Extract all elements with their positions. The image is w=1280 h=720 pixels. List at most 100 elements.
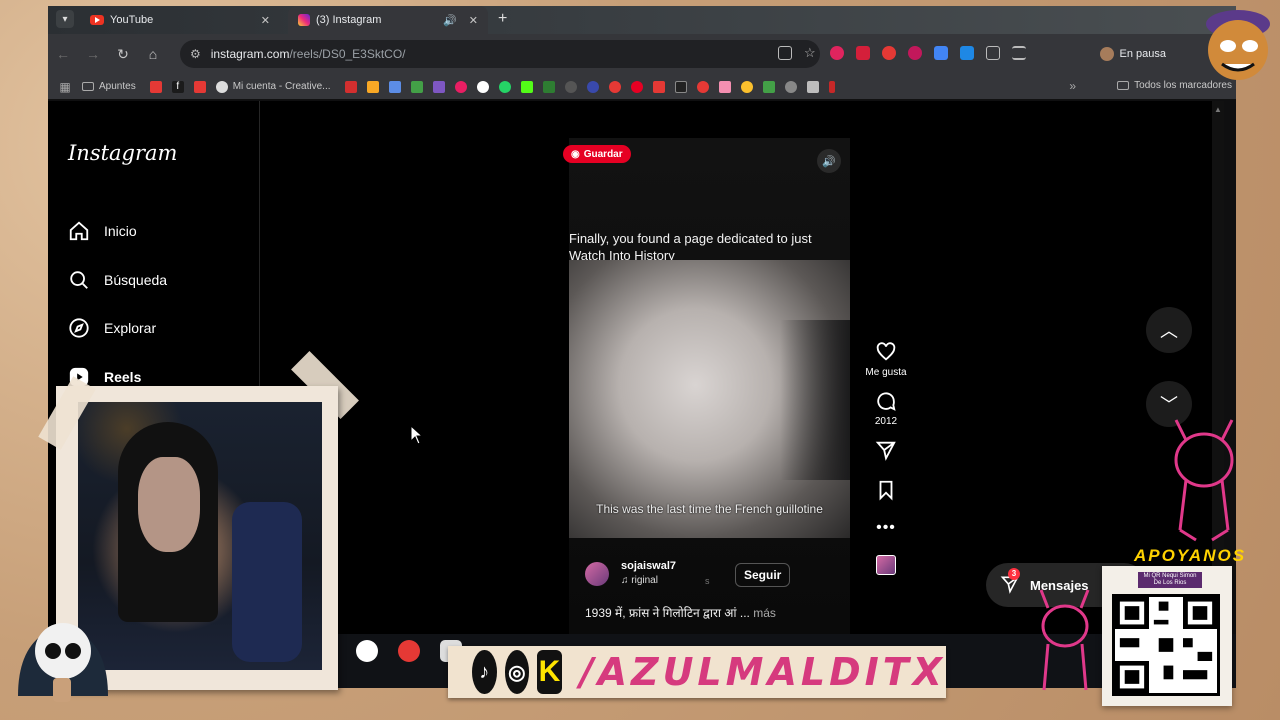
pinterest-save-button[interactable]: ◉ Guardar bbox=[563, 145, 631, 163]
bookmark-docs-icon[interactable] bbox=[388, 80, 401, 93]
bookmark-pink-icon[interactable] bbox=[718, 80, 731, 93]
more-link[interactable]: más bbox=[753, 606, 776, 620]
translate-icon[interactable] bbox=[934, 46, 948, 60]
more-dots-icon: ••• bbox=[876, 519, 896, 536]
extension-blue-icon[interactable] bbox=[960, 46, 974, 60]
adblock-icon[interactable] bbox=[882, 46, 896, 60]
nav-item-inicio[interactable]: Inicio bbox=[68, 207, 167, 256]
taskbar-app-icon[interactable] bbox=[398, 640, 420, 662]
profile-button[interactable]: En pausa bbox=[1094, 42, 1176, 66]
youtube-icon bbox=[90, 15, 104, 25]
nav-label: Explorar bbox=[104, 320, 157, 337]
bookmark-dark-icon[interactable] bbox=[564, 80, 577, 93]
nav-item-busqueda[interactable]: Búsqueda bbox=[68, 256, 167, 305]
youtube-icon[interactable] bbox=[652, 80, 665, 93]
bookmark-circle-icon[interactable] bbox=[454, 80, 467, 93]
home-button[interactable]: ⌂ bbox=[138, 46, 168, 62]
instagram-icon: ◎ bbox=[504, 650, 530, 694]
reading-list-icon[interactable] bbox=[1012, 46, 1026, 60]
bookmark-blue-icon[interactable] bbox=[586, 80, 599, 93]
bookmark-image-icon[interactable] bbox=[366, 80, 379, 93]
facebook-icon[interactable]: f bbox=[171, 80, 184, 93]
compass-icon bbox=[69, 318, 89, 338]
site-info-icon[interactable]: ⚙ bbox=[190, 47, 201, 61]
instagram-nav: Inicio Búsqueda Explorar Reels bbox=[68, 207, 167, 401]
reel-player[interactable]: Finally, you found a page dedicated to j… bbox=[569, 138, 850, 638]
bookmark-h-icon[interactable] bbox=[674, 80, 687, 93]
more-options-button[interactable]: ••• bbox=[860, 519, 912, 537]
bookmark-flash-icon[interactable] bbox=[344, 80, 357, 93]
install-icon[interactable] bbox=[778, 46, 792, 60]
bookmark-red-icon[interactable] bbox=[149, 80, 162, 93]
kick-icon[interactable] bbox=[520, 80, 533, 93]
bookmark-green-icon[interactable] bbox=[542, 80, 555, 93]
share-button[interactable] bbox=[860, 439, 912, 461]
avatar bbox=[1099, 47, 1114, 61]
nav-item-explorar[interactable]: Explorar bbox=[68, 304, 167, 353]
qr-caption: Mi QR Nequi Simon De Los Rios bbox=[1138, 572, 1202, 588]
qr-code-icon bbox=[1112, 594, 1220, 696]
bookmark-dots-icon[interactable] bbox=[740, 80, 753, 93]
more-bookmarks-icon[interactable]: » bbox=[1069, 79, 1076, 93]
messages-badge: 3 bbox=[1008, 567, 1020, 580]
tab-youtube[interactable]: YouTube ✕ bbox=[80, 6, 280, 34]
extension-red-icon[interactable] bbox=[830, 46, 844, 60]
chevron-up-icon: ︿ bbox=[1160, 321, 1178, 341]
tiktok-icon: ♪ bbox=[472, 650, 497, 694]
bookmark-plus-icon[interactable] bbox=[762, 80, 775, 93]
tab-instagram[interactable]: (3) Instagram 🔊 ✕ bbox=[288, 6, 488, 34]
previous-reel-button[interactable]: ︿ bbox=[1146, 307, 1192, 353]
forward-button[interactable]: → bbox=[78, 46, 108, 62]
instagram-icon bbox=[298, 14, 310, 26]
bookmark-f-icon[interactable] bbox=[193, 80, 206, 93]
bookmark-apuntes[interactable]: Apuntes bbox=[82, 81, 136, 92]
bookmark-heart-icon[interactable] bbox=[608, 80, 621, 93]
reload-button[interactable]: ↻ bbox=[108, 46, 138, 63]
author-name[interactable]: sojaiswal7 bbox=[621, 560, 676, 572]
bookmark-cd-icon[interactable] bbox=[476, 80, 489, 93]
bookmark-red3-icon[interactable] bbox=[828, 80, 835, 93]
mouse-cursor-icon bbox=[410, 425, 424, 445]
back-button[interactable]: ← bbox=[48, 46, 78, 62]
mute-button[interactable]: 🔊 bbox=[817, 149, 841, 173]
speaker-icon[interactable]: 🔊 bbox=[443, 14, 457, 27]
audio-link[interactable]: ♫ riginal bbox=[621, 575, 658, 586]
address-bar[interactable]: ⚙ instagram.com/reels/DS0_E3SktCO/ bbox=[180, 40, 820, 68]
pinterest-icon[interactable] bbox=[630, 80, 643, 93]
apps-icon[interactable]: ▦ bbox=[48, 80, 82, 94]
audio-thumbnail[interactable] bbox=[876, 555, 896, 575]
whatsapp-icon[interactable] bbox=[498, 80, 511, 93]
bookmark-swirl-icon[interactable] bbox=[432, 80, 445, 93]
bookmark-button[interactable] bbox=[860, 479, 912, 501]
bookmark-d-icon[interactable] bbox=[410, 80, 423, 93]
qr-donation-card: Mi QR Nequi Simon De Los Rios bbox=[1102, 566, 1232, 706]
taskbar-app-icon[interactable] bbox=[356, 640, 378, 662]
close-icon[interactable]: ✕ bbox=[469, 14, 478, 27]
browser-toolbar: ← → ↻ ⌂ ⚙ instagram.com/reels/DS0_E3SktC… bbox=[48, 34, 1236, 74]
star-icon[interactable]: ☆ bbox=[804, 46, 818, 60]
extensions-row: ☆ bbox=[778, 46, 1026, 60]
globe-icon bbox=[215, 80, 228, 93]
new-tab-button[interactable]: + bbox=[498, 10, 507, 28]
instagram-logo[interactable]: Instagram bbox=[68, 141, 177, 165]
author-avatar[interactable] bbox=[585, 562, 609, 586]
skull-mascot-icon bbox=[18, 623, 108, 702]
scroll-up-icon[interactable]: ▲ bbox=[1212, 105, 1224, 114]
tab-strip: ▾ YouTube ✕ (3) Instagram 🔊 ✕ + bbox=[48, 6, 1236, 34]
extension-badge-icon[interactable] bbox=[908, 46, 922, 60]
close-icon[interactable]: ✕ bbox=[261, 14, 270, 27]
reel-description: 1939 में, फ्रांस ने गिलोटिन द्वारा आं ..… bbox=[585, 604, 776, 621]
like-button[interactable]: Me gusta bbox=[860, 341, 912, 378]
follow-button[interactable]: Seguir bbox=[735, 563, 791, 587]
social-handle: /AZULMALDITX bbox=[579, 650, 946, 694]
reel-video-frame[interactable] bbox=[569, 260, 850, 538]
puzzle-icon[interactable] bbox=[986, 46, 1000, 60]
tab-search-button[interactable]: ▾ bbox=[56, 10, 74, 28]
bookmark-grey-icon[interactable] bbox=[784, 80, 797, 93]
tab-title: (3) Instagram bbox=[316, 14, 382, 26]
bookmark-red2-icon[interactable] bbox=[696, 80, 709, 93]
bookmark-img2-icon[interactable] bbox=[806, 80, 819, 93]
bookmark-creative[interactable]: Mi cuenta - Creative... bbox=[215, 80, 331, 93]
extension-play-icon[interactable] bbox=[856, 46, 870, 60]
comment-button[interactable]: 2012 bbox=[860, 390, 912, 427]
